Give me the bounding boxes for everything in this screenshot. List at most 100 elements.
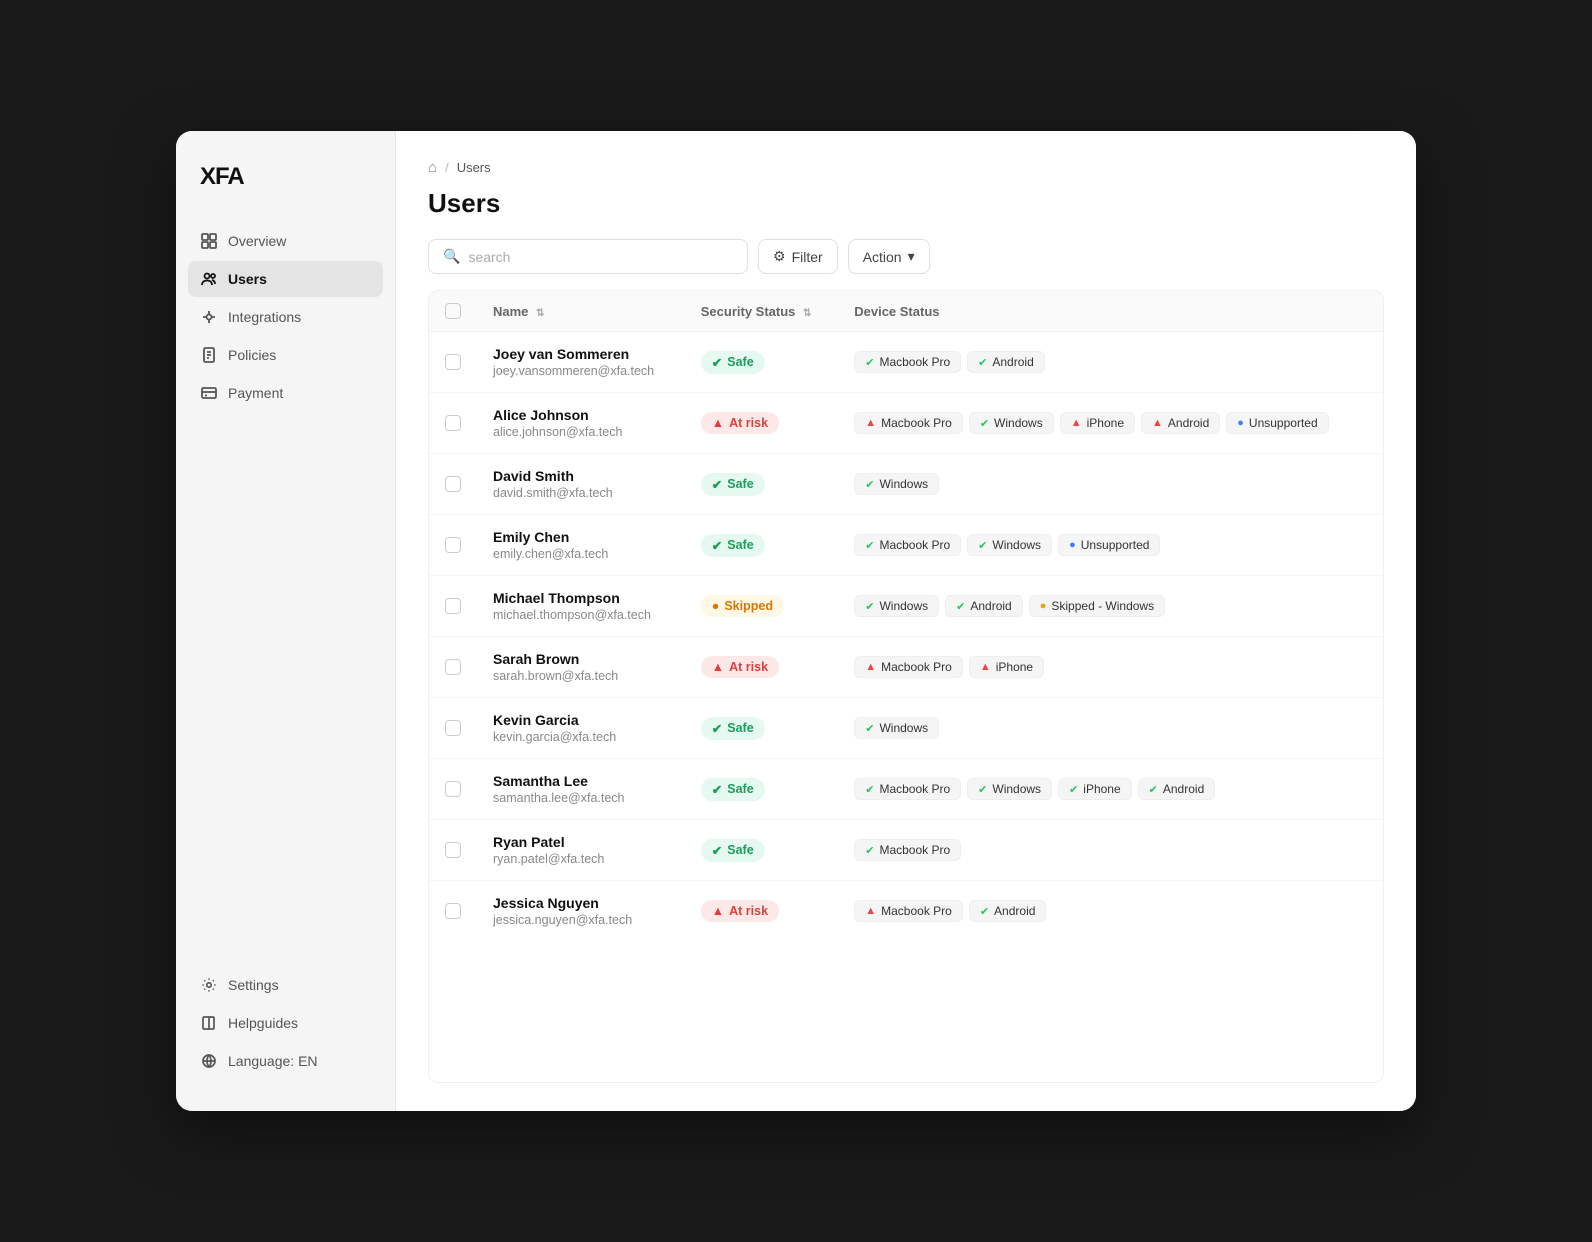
user-name-cell: Alice Johnson alice.johnson@xfa.tech	[477, 393, 685, 454]
device-badges: ▲Macbook Pro▲iPhone	[854, 656, 1367, 678]
user-name: Alice Johnson	[493, 407, 669, 423]
device-label: Android	[994, 904, 1035, 918]
status-badge: ✔ Safe	[701, 351, 765, 374]
sidebar-item-label: Helpguides	[228, 1015, 298, 1031]
user-email: alice.johnson@xfa.tech	[493, 425, 669, 439]
action-button[interactable]: Action ▾	[848, 239, 930, 274]
user-name-cell: Kevin Garcia kevin.garcia@xfa.tech	[477, 698, 685, 759]
row-checkbox[interactable]	[445, 476, 461, 492]
device-safe-icon: ✔	[980, 417, 989, 430]
device-risk-icon: ▲	[865, 905, 876, 917]
device-badge: ●Unsupported	[1058, 534, 1160, 556]
status-badge: ▲ At risk	[701, 412, 779, 434]
row-checkbox[interactable]	[445, 842, 461, 858]
status-badge: ✔ Safe	[701, 778, 765, 801]
status-dot: ▲	[712, 416, 724, 430]
status-dot: ✔	[712, 721, 722, 736]
device-label: Macbook Pro	[881, 416, 952, 430]
table-row: Samantha Lee samantha.lee@xfa.tech ✔ Saf…	[429, 759, 1383, 820]
sidebar-item-helpguides[interactable]: Helpguides	[188, 1005, 383, 1041]
device-badge: ▲Macbook Pro	[854, 656, 963, 678]
breadcrumb-current: Users	[457, 160, 491, 175]
row-checkbox-cell	[429, 576, 477, 637]
user-email: samantha.lee@xfa.tech	[493, 791, 669, 805]
device-badge: ✔Macbook Pro	[854, 534, 961, 556]
select-all-checkbox[interactable]	[445, 303, 461, 319]
table-row: Jessica Nguyen jessica.nguyen@xfa.tech ▲…	[429, 881, 1383, 942]
sidebar-item-overview[interactable]: Overview	[188, 223, 383, 259]
users-icon	[200, 270, 218, 288]
user-name: David Smith	[493, 468, 669, 484]
user-email: michael.thompson@xfa.tech	[493, 608, 669, 622]
security-status-cell: ▲ At risk	[685, 637, 838, 698]
device-label: Macbook Pro	[879, 843, 950, 857]
col-name[interactable]: Name ⇅	[477, 291, 685, 332]
user-name: Joey van Sommeren	[493, 346, 669, 362]
sidebar-item-label: Overview	[228, 233, 286, 249]
table-row: Michael Thompson michael.thompson@xfa.te…	[429, 576, 1383, 637]
sidebar-item-label: Users	[228, 271, 267, 287]
status-dot: ▲	[712, 904, 724, 918]
device-status-cell: ✔Windows✔Android●Skipped - Windows	[838, 576, 1383, 637]
device-safe-icon: ✔	[956, 600, 965, 613]
device-status-cell: ✔Macbook Pro✔Android	[838, 332, 1383, 393]
sidebar-item-settings[interactable]: Settings	[188, 967, 383, 1003]
device-safe-icon: ✔	[865, 783, 874, 796]
row-checkbox[interactable]	[445, 537, 461, 553]
device-label: Android	[1168, 416, 1209, 430]
book-icon	[200, 1014, 218, 1032]
status-dot: ▲	[712, 660, 724, 674]
device-risk-icon: ▲	[865, 661, 876, 673]
sidebar-item-integrations[interactable]: Integrations	[188, 299, 383, 335]
device-unsupported-icon: ●	[1237, 417, 1244, 429]
search-icon: 🔍	[443, 248, 460, 265]
filter-button[interactable]: ⚙ Filter	[758, 239, 838, 274]
col-security-status[interactable]: Security Status ⇅	[685, 291, 838, 332]
search-box[interactable]: 🔍	[428, 239, 748, 274]
table-row: David Smith david.smith@xfa.tech ✔ Safe✔…	[429, 454, 1383, 515]
row-checkbox-cell	[429, 393, 477, 454]
row-checkbox[interactable]	[445, 598, 461, 614]
security-status-cell: ✔ Safe	[685, 698, 838, 759]
sidebar-item-language[interactable]: Language: EN	[188, 1043, 383, 1079]
user-name: Kevin Garcia	[493, 712, 669, 728]
device-skipped-icon: ●	[1040, 600, 1047, 612]
device-status-cell: ✔Macbook Pro	[838, 820, 1383, 881]
user-name: Michael Thompson	[493, 590, 669, 606]
select-all-header[interactable]	[429, 291, 477, 332]
device-label: Windows	[992, 782, 1041, 796]
user-name: Samantha Lee	[493, 773, 669, 789]
device-badges: ✔Macbook Pro✔Android	[854, 351, 1367, 373]
sidebar-item-users[interactable]: Users	[188, 261, 383, 297]
device-risk-icon: ▲	[980, 661, 991, 673]
row-checkbox[interactable]	[445, 415, 461, 431]
row-checkbox[interactable]	[445, 720, 461, 736]
device-risk-icon: ▲	[865, 417, 876, 429]
device-badge: ✔Android	[1138, 778, 1216, 800]
col-device-status: Device Status	[838, 291, 1383, 332]
user-name: Sarah Brown	[493, 651, 669, 667]
status-dot: ✔	[712, 477, 722, 492]
sidebar-item-payment[interactable]: Payment	[188, 375, 383, 411]
user-email: jessica.nguyen@xfa.tech	[493, 913, 669, 927]
table-row: Emily Chen emily.chen@xfa.tech ✔ Safe✔Ma…	[429, 515, 1383, 576]
device-unsupported-icon: ●	[1069, 539, 1076, 551]
user-name-cell: Sarah Brown sarah.brown@xfa.tech	[477, 637, 685, 698]
sidebar-item-policies[interactable]: Policies	[188, 337, 383, 373]
row-checkbox[interactable]	[445, 354, 461, 370]
home-icon[interactable]: ⌂	[428, 159, 437, 176]
language-icon	[200, 1052, 218, 1070]
row-checkbox[interactable]	[445, 903, 461, 919]
security-status-cell: ▲ At risk	[685, 881, 838, 942]
row-checkbox[interactable]	[445, 781, 461, 797]
user-name: Emily Chen	[493, 529, 669, 545]
device-badge: ✔Windows	[854, 717, 939, 739]
device-safe-icon: ✔	[1149, 783, 1158, 796]
device-badge: ✔Windows	[967, 534, 1052, 556]
user-email: kevin.garcia@xfa.tech	[493, 730, 669, 744]
device-badges: ✔Macbook Pro✔Windows✔iPhone✔Android	[854, 778, 1367, 800]
row-checkbox[interactable]	[445, 659, 461, 675]
user-email: ryan.patel@xfa.tech	[493, 852, 669, 866]
device-label: Windows	[879, 599, 928, 613]
search-input[interactable]	[468, 249, 733, 265]
